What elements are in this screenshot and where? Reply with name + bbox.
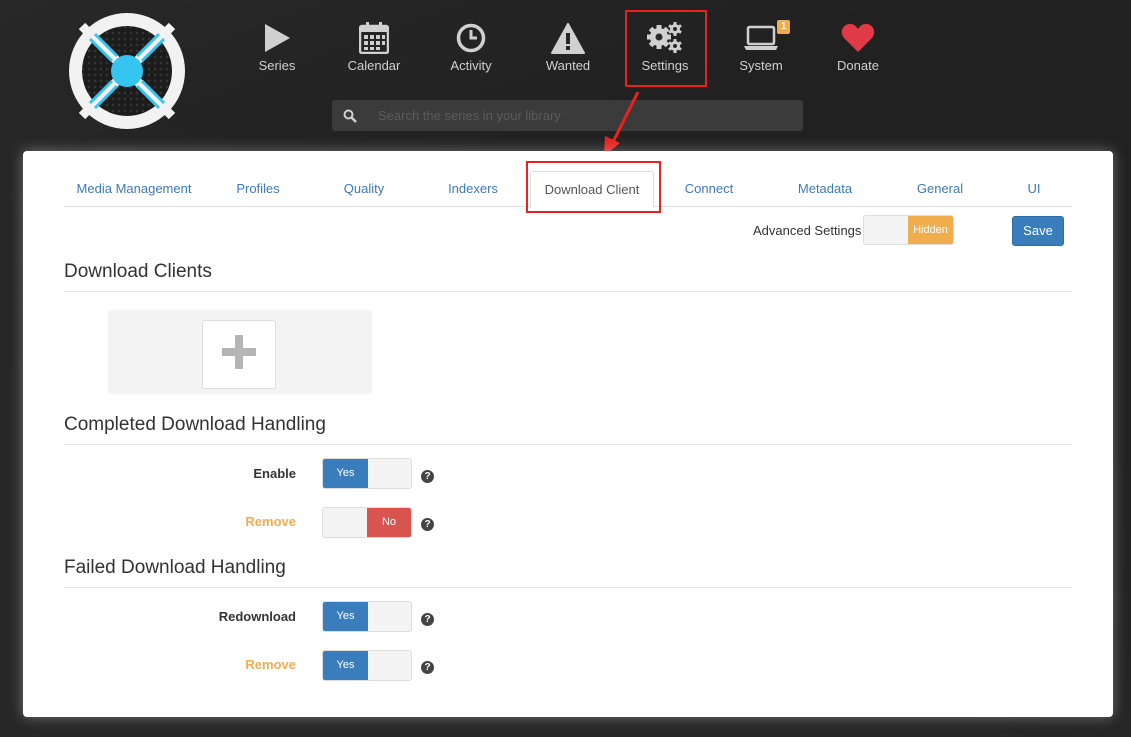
- nav-donate[interactable]: Donate: [818, 14, 898, 82]
- nav-calendar[interactable]: Calendar: [334, 14, 414, 82]
- completed-remove-switch[interactable]: No: [322, 507, 412, 538]
- completed-enable-label: Enable: [253, 466, 296, 481]
- tab-indexers[interactable]: Indexers: [429, 171, 517, 207]
- completed-download-handling-heading: Completed Download Handling: [64, 414, 1072, 445]
- nav-wanted[interactable]: Wanted: [528, 14, 608, 82]
- nav-system-label: System: [739, 58, 783, 73]
- nav-series[interactable]: Series: [237, 14, 317, 82]
- completed-remove-label: Remove: [245, 514, 296, 529]
- add-download-client-button[interactable]: [202, 320, 276, 389]
- completed-enable-switch[interactable]: Yes: [322, 458, 412, 489]
- help-icon[interactable]: ?: [421, 613, 434, 626]
- settings-highlight-box: [625, 10, 707, 87]
- tab-connect[interactable]: Connect: [665, 171, 753, 207]
- help-icon[interactable]: ?: [421, 661, 434, 674]
- nav-activity[interactable]: Activity: [431, 14, 511, 82]
- nav-activity-label: Activity: [450, 58, 492, 73]
- nav-calendar-label: Calendar: [347, 58, 401, 73]
- play-icon: [263, 20, 291, 56]
- failed-redownload-yes: Yes: [323, 602, 368, 631]
- tab-media-management[interactable]: Media Management: [64, 171, 204, 207]
- completed-enable-yes: Yes: [323, 459, 368, 488]
- help-icon[interactable]: ?: [421, 470, 434, 483]
- system-notification-badge: 1: [777, 20, 790, 34]
- calendar-icon: [359, 20, 389, 56]
- help-icon[interactable]: ?: [421, 518, 434, 531]
- nav-wanted-label: Wanted: [545, 58, 591, 73]
- warning-icon: [551, 20, 585, 56]
- add-download-client-card: [109, 311, 371, 393]
- completed-remove-no: No: [367, 508, 411, 537]
- sonarr-logo[interactable]: [68, 12, 186, 130]
- plus-icon: [221, 334, 257, 375]
- failed-remove-yes: Yes: [323, 651, 368, 680]
- advanced-settings-toggle[interactable]: Hidden: [863, 215, 954, 245]
- heart-icon: [841, 20, 875, 56]
- settings-panel: Media Management Profiles Quality Indexe…: [23, 151, 1113, 717]
- tab-metadata[interactable]: Metadata: [781, 171, 869, 207]
- advanced-settings-label: Advanced Settings: [753, 223, 862, 238]
- clock-icon: [456, 20, 486, 56]
- nav-series-label: Series: [258, 58, 296, 73]
- nav-donate-label: Donate: [837, 58, 879, 73]
- failed-redownload-label: Redownload: [218, 609, 296, 624]
- download-client-highlight-box: [526, 161, 661, 213]
- tab-profiles[interactable]: Profiles: [214, 171, 302, 207]
- failed-download-handling-heading: Failed Download Handling: [64, 557, 1072, 588]
- failed-remove-label: Remove: [245, 657, 296, 672]
- failed-redownload-switch[interactable]: Yes: [322, 601, 412, 632]
- series-search-bar[interactable]: [332, 100, 803, 131]
- advanced-settings-state: Hidden: [908, 216, 953, 244]
- download-clients-heading: Download Clients: [64, 261, 1072, 292]
- save-button[interactable]: Save: [1012, 216, 1064, 246]
- search-input[interactable]: [378, 108, 798, 123]
- tab-general[interactable]: General: [896, 171, 984, 207]
- tab-ui[interactable]: UI: [1009, 171, 1059, 207]
- failed-remove-switch[interactable]: Yes: [322, 650, 412, 681]
- search-icon: [332, 100, 368, 131]
- annotation-arrow: [604, 91, 640, 156]
- tab-quality[interactable]: Quality: [320, 171, 408, 207]
- laptop-icon: [743, 20, 779, 56]
